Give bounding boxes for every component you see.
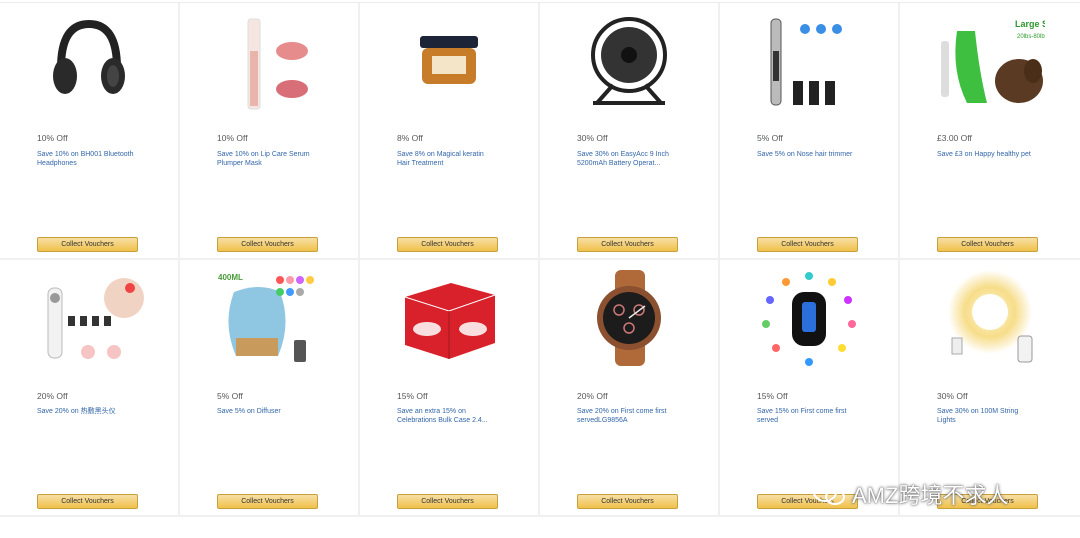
string-lights-icon[interactable] bbox=[935, 266, 1045, 370]
discount-percent: 8% Off bbox=[397, 133, 423, 143]
fitness-tracker-icon[interactable] bbox=[754, 266, 864, 370]
discount-percent: 5% Off bbox=[217, 391, 243, 401]
voucher-card: 400ML 5% Off Save 5% on Diffuser Collect… bbox=[180, 260, 360, 517]
voucher-description[interactable]: Save 5% on Nose hair trimmer bbox=[757, 150, 857, 159]
voucher-card: 8% Off Save 8% on Magical keratin Hair T… bbox=[360, 3, 540, 260]
voucher-card: 30% Off Save 30% on EasyAcc 9 Inch 5200m… bbox=[540, 3, 720, 260]
collect-vouchers-button[interactable]: Collect Vouchers bbox=[37, 237, 138, 252]
collect-vouchers-button[interactable]: Collect Vouchers bbox=[577, 494, 678, 509]
blackhead-remover-icon[interactable] bbox=[34, 266, 144, 370]
voucher-description[interactable]: Save 5% on Diffuser bbox=[217, 407, 317, 416]
hair-jar-icon[interactable] bbox=[394, 9, 504, 113]
voucher-description[interactable]: Save 20% on 热敷黑头仪 bbox=[37, 407, 137, 416]
collect-vouchers-button[interactable]: Collect Vouchers bbox=[217, 237, 318, 252]
voucher-description[interactable]: Save an extra 15% on Celebrations Bulk C… bbox=[397, 407, 497, 425]
collect-vouchers-button[interactable]: Collect Vouchers bbox=[577, 237, 678, 252]
voucher-card: 10% Off Save 10% on Lip Care Serum Plump… bbox=[180, 3, 360, 260]
image-text-400ml: 400ML bbox=[218, 273, 243, 282]
celebrations-box-icon[interactable] bbox=[394, 266, 504, 370]
collect-vouchers-button[interactable]: Collect Vouchers bbox=[397, 494, 498, 509]
collect-vouchers-button[interactable]: Collect Vouchers bbox=[37, 494, 138, 509]
dog-toothbrush-icon[interactable]: Large Size 20lbs-80lbs bbox=[935, 9, 1045, 113]
discount-percent: 30% Off bbox=[577, 133, 608, 143]
discount-percent: £3.00 Off bbox=[937, 133, 972, 143]
headphones-icon[interactable] bbox=[34, 9, 144, 113]
collect-vouchers-button[interactable]: Collect Vouchers bbox=[217, 494, 318, 509]
voucher-card: Large Size 20lbs-80lbs £3.00 Off Save £3 … bbox=[900, 3, 1080, 260]
voucher-card: 5% Off Save 5% on Nose hair trimmer Coll… bbox=[720, 3, 900, 260]
watch-icon[interactable] bbox=[574, 266, 684, 370]
voucher-card: 20% Off Save 20% on First come first ser… bbox=[540, 260, 720, 517]
voucher-card: 20% Off Save 20% on 热敷黑头仪 Collect Vouche… bbox=[0, 260, 180, 517]
image-text-large-size: Large Size bbox=[1015, 19, 1045, 29]
discount-percent: 20% Off bbox=[577, 391, 608, 401]
diffuser-icon[interactable]: 400ML bbox=[214, 266, 324, 370]
discount-percent: 5% Off bbox=[757, 133, 783, 143]
voucher-description[interactable]: Save 30% on EasyAcc 9 Inch 5200mAh Batte… bbox=[577, 150, 677, 168]
collect-vouchers-button[interactable]: Collect Vouchers bbox=[937, 237, 1038, 252]
collect-vouchers-button[interactable]: Collect Vouchers bbox=[757, 237, 858, 252]
discount-percent: 10% Off bbox=[217, 133, 248, 143]
lip-serum-icon[interactable] bbox=[214, 9, 324, 113]
watermark-text: AMZ跨境不求人 bbox=[852, 483, 1009, 508]
voucher-description[interactable]: Save £3 on Happy healthy pet bbox=[937, 150, 1037, 159]
voucher-description[interactable]: Save 10% on Lip Care Serum Plumper Mask bbox=[217, 150, 317, 168]
wechat-icon bbox=[813, 482, 845, 505]
trimmer-icon[interactable] bbox=[754, 9, 864, 113]
discount-percent: 15% Off bbox=[757, 391, 788, 401]
discount-percent: 20% Off bbox=[37, 391, 68, 401]
voucher-description[interactable]: Save 10% on BH001 Bluetooth Headphones bbox=[37, 150, 137, 168]
voucher-grid: 10% Off Save 10% on BH001 Bluetooth Head… bbox=[0, 2, 1080, 527]
voucher-description[interactable]: Save 30% on 100M String Lights bbox=[937, 407, 1037, 425]
image-text-weight: 20lbs-80lbs bbox=[1017, 34, 1045, 40]
fan-icon[interactable] bbox=[574, 9, 684, 113]
watermark: AMZ跨境不求人 bbox=[812, 478, 1008, 510]
collect-vouchers-button[interactable]: Collect Vouchers bbox=[397, 237, 498, 252]
voucher-description[interactable]: Save 20% on First come first servedLG985… bbox=[577, 407, 677, 425]
voucher-description[interactable]: Save 15% on First come first served bbox=[757, 407, 857, 425]
discount-percent: 15% Off bbox=[397, 391, 428, 401]
discount-percent: 10% Off bbox=[37, 133, 68, 143]
discount-percent: 30% Off bbox=[937, 391, 968, 401]
voucher-description[interactable]: Save 8% on Magical keratin Hair Treatmen… bbox=[397, 150, 497, 168]
voucher-card: 10% Off Save 10% on BH001 Bluetooth Head… bbox=[0, 3, 180, 260]
voucher-card: 15% Off Save an extra 15% on Celebration… bbox=[360, 260, 540, 517]
